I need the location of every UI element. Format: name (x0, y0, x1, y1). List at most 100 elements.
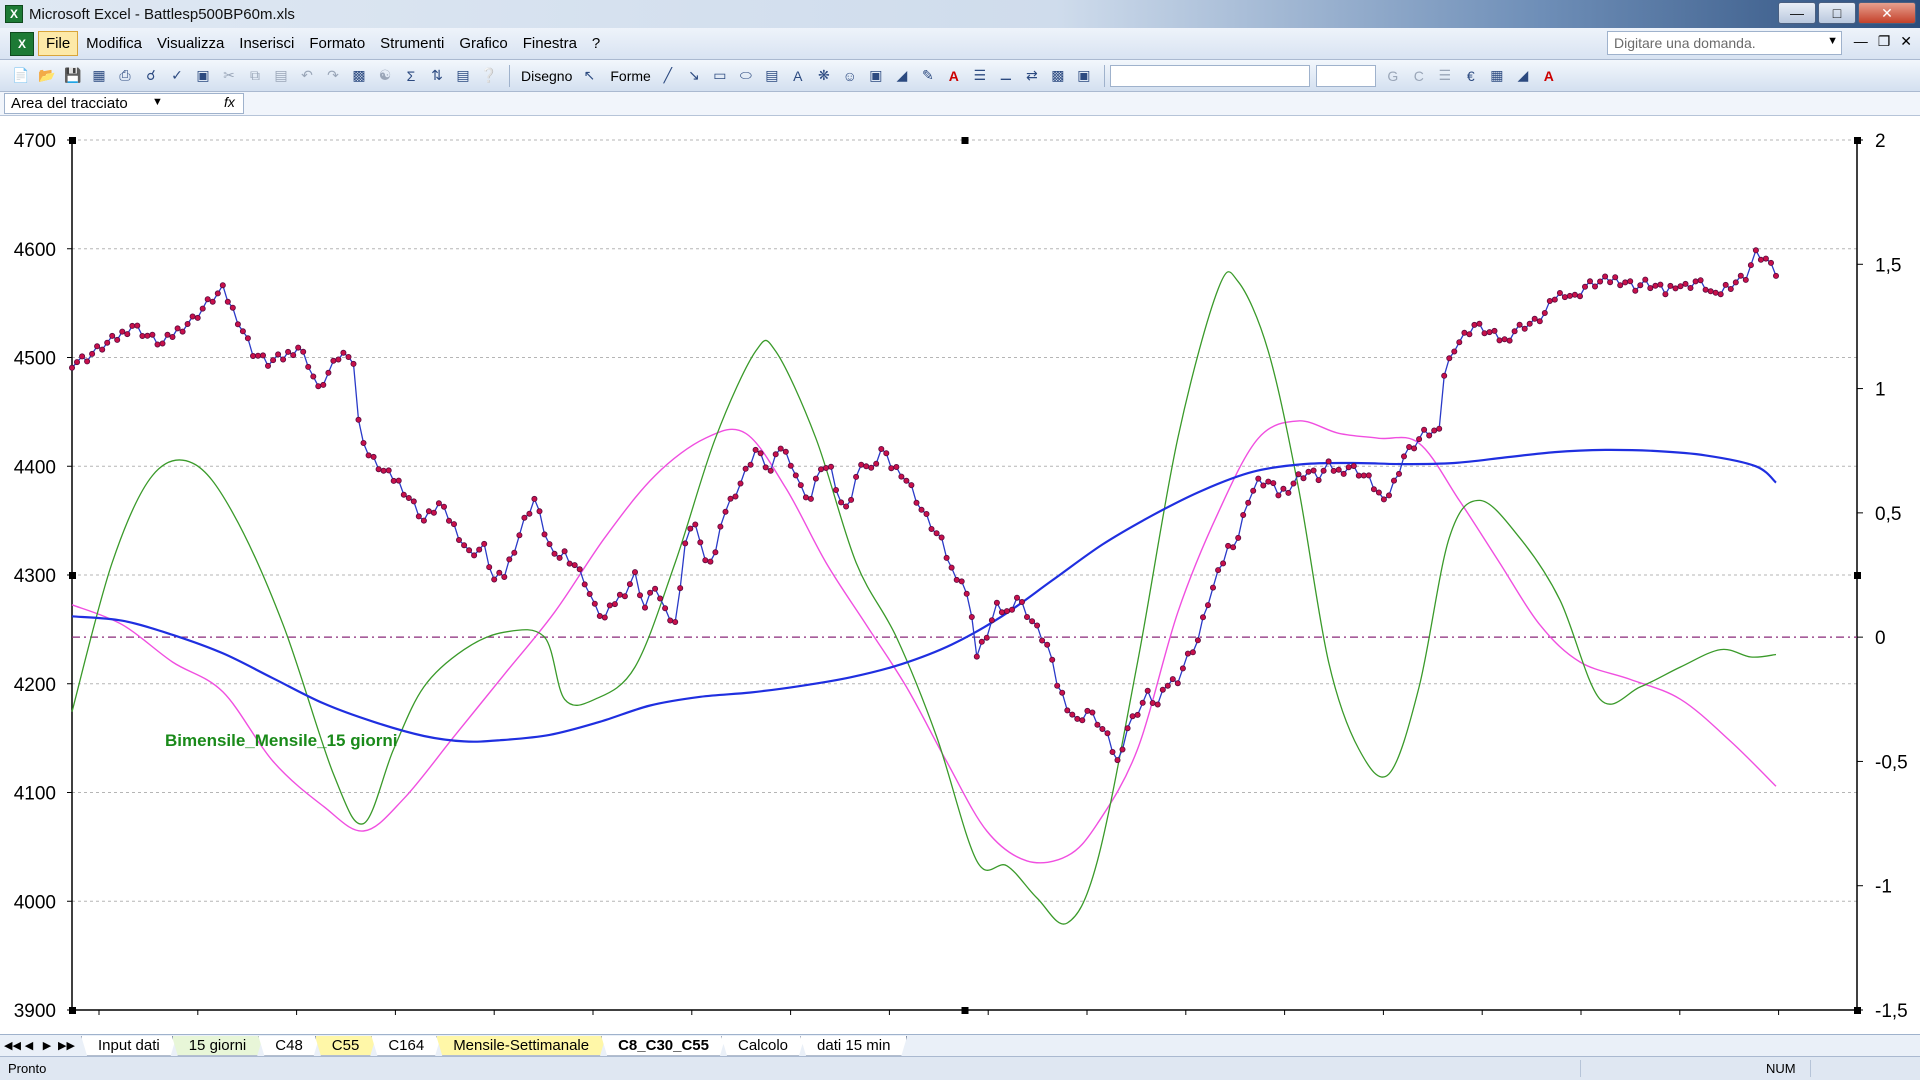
menu-grafico[interactable]: Grafico (452, 32, 514, 55)
chart[interactable]: 4700 4600 4500 4400 4300 4200 4100 4000 3900 2 1,5… (0, 116, 1920, 1034)
tab-c164[interactable]: C164 (371, 1036, 441, 1056)
cut-icon[interactable]: ✂ (218, 65, 240, 87)
picture-icon[interactable]: ▣ (865, 65, 887, 87)
borders-icon[interactable]: ▦ (1486, 65, 1508, 87)
name-box[interactable]: Area del tracciato (4, 93, 244, 114)
wordart-icon[interactable]: A (787, 65, 809, 87)
menu-file[interactable]: File (38, 31, 79, 56)
research-icon[interactable]: ▣ (192, 65, 214, 87)
line-icon[interactable]: ╱ (657, 65, 679, 87)
font-color2-icon[interactable]: A (1538, 65, 1560, 87)
menu-finestra[interactable]: Finestra (516, 32, 584, 55)
line-color-icon[interactable]: ✎ (917, 65, 939, 87)
price-marker (762, 464, 769, 471)
fill-bucket-icon[interactable]: ◢ (1512, 65, 1534, 87)
chart-sheet[interactable]: 4700 4600 4500 4400 4300 4200 4100 4000 3900 2 1,5… (0, 116, 1920, 1034)
workbook-close-icon[interactable]: ✕ (1900, 33, 1912, 50)
function-icon[interactable]: fx (224, 94, 235, 110)
workbook-restore-icon[interactable]: ❐ (1878, 33, 1891, 50)
diagram-icon[interactable]: ❋ (813, 65, 835, 87)
select-pointer-icon[interactable]: ↖ (578, 65, 600, 87)
maximize-icon[interactable]: □ (1818, 2, 1856, 24)
ask-dropdown-icon[interactable]: ▼ (1827, 35, 1838, 47)
font-color-icon[interactable]: A (943, 65, 965, 87)
price-marker (561, 548, 568, 555)
menu-visualizza[interactable]: Visualizza (150, 32, 231, 55)
menu-strumenti[interactable]: Strumenti (373, 32, 451, 55)
tab-c48[interactable]: C48 (258, 1036, 320, 1056)
next-sheet-icon[interactable]: ▶ (40, 1039, 54, 1052)
tab-15-giorni[interactable]: 15 giorni (172, 1036, 264, 1056)
workbook-minimize-icon[interactable]: — (1854, 33, 1868, 50)
font-dropdown[interactable] (1109, 64, 1310, 87)
tab-mensile-settimanale[interactable]: Mensile-Settimanale (436, 1036, 606, 1056)
sort-icon[interactable]: ⇅ (426, 65, 448, 87)
name-box-dropdown-icon[interactable]: ▼ (152, 96, 163, 108)
draw-menu[interactable]: Disegno (521, 68, 572, 84)
redo-icon[interactable]: ↷ (322, 65, 344, 87)
price-marker (732, 493, 739, 500)
arrow-icon[interactable]: ↘ (683, 65, 705, 87)
oval-icon[interactable]: ⬭ (735, 65, 757, 87)
menu-modifica[interactable]: Modifica (79, 32, 149, 55)
ask-question-input[interactable]: Digitare una domanda. (1607, 31, 1842, 55)
rectangle-icon[interactable]: ▭ (709, 65, 731, 87)
first-sheet-icon[interactable]: ◀◀ (4, 1039, 21, 1052)
price-marker (1416, 436, 1423, 443)
new-icon[interactable]: 📄 (10, 65, 32, 87)
y-right-tick-label: 2 (1875, 131, 1886, 152)
menu-help[interactable]: ? (585, 32, 607, 55)
tab-dati-15-min[interactable]: dati 15 min (800, 1036, 907, 1056)
textbox-icon[interactable]: ▤ (761, 65, 783, 87)
undo-icon[interactable]: ↶ (296, 65, 318, 87)
tab-input-dati[interactable]: Input dati (81, 1036, 177, 1056)
last-sheet-icon[interactable]: ▶▶ (58, 1039, 75, 1052)
hyperlink-icon[interactable]: ☯ (374, 65, 396, 87)
series-magenta (71, 420, 1777, 864)
close-icon[interactable]: ✕ (1858, 2, 1916, 24)
dash-style-icon[interactable]: ⚊ (995, 65, 1017, 87)
chart-wizard-icon[interactable]: ▤ (452, 65, 474, 87)
fill-color-icon[interactable]: ◢ (891, 65, 913, 87)
price-marker (1365, 472, 1372, 479)
price-marker (998, 609, 1005, 616)
help-icon[interactable]: ❔ (478, 65, 500, 87)
paste-icon[interactable]: ▤ (270, 65, 292, 87)
menu-inserisci[interactable]: Inserisci (232, 32, 301, 55)
3d-icon[interactable]: ▣ (1073, 65, 1095, 87)
italic-icon[interactable]: C (1408, 65, 1430, 87)
bold-icon[interactable]: G (1382, 65, 1404, 87)
save-icon[interactable]: 💾 (62, 65, 84, 87)
price-marker (1059, 689, 1066, 696)
autosum-icon[interactable]: Σ (400, 65, 422, 87)
workbook-icon[interactable]: X (10, 31, 34, 56)
excel-app-icon[interactable]: X (5, 5, 23, 23)
line-style-icon[interactable]: ☰ (969, 65, 991, 87)
tab-c55[interactable]: C55 (315, 1036, 377, 1056)
window-title: Microsoft Excel - Battlesp500BP60m.xls (29, 5, 295, 23)
price-marker (647, 589, 654, 596)
price-marker (888, 465, 895, 472)
font-size-dropdown[interactable] (1315, 64, 1376, 87)
chart-object-icon[interactable]: ▩ (348, 65, 370, 87)
minimize-icon[interactable]: — (1778, 2, 1816, 24)
copy-icon[interactable]: ⧉ (244, 65, 266, 87)
shapes-menu[interactable]: Forme (610, 68, 650, 84)
tab-calcolo[interactable]: Calcolo (721, 1036, 805, 1056)
price-marker (1124, 725, 1131, 732)
print-icon[interactable]: ⎙ (114, 65, 136, 87)
currency-icon[interactable]: € (1460, 65, 1482, 87)
permission-icon[interactable]: ▦ (88, 65, 110, 87)
shadow-icon[interactable]: ▩ (1047, 65, 1069, 87)
price-marker (1114, 757, 1121, 764)
tab-c8-c30-c55[interactable]: C8_C30_C55 (601, 1036, 726, 1056)
clipart-icon[interactable]: ☺ (839, 65, 861, 87)
open-icon[interactable]: 📂 (36, 65, 58, 87)
spelling-icon[interactable]: ✓ (166, 65, 188, 87)
prev-sheet-icon[interactable]: ◀ (22, 1039, 36, 1052)
price-marker (1566, 292, 1573, 299)
menu-formato[interactable]: Formato (302, 32, 372, 55)
arrow-style-icon[interactable]: ⇄ (1021, 65, 1043, 87)
align-icon[interactable]: ☰ (1434, 65, 1456, 87)
print-preview-icon[interactable]: ☌ (140, 65, 162, 87)
